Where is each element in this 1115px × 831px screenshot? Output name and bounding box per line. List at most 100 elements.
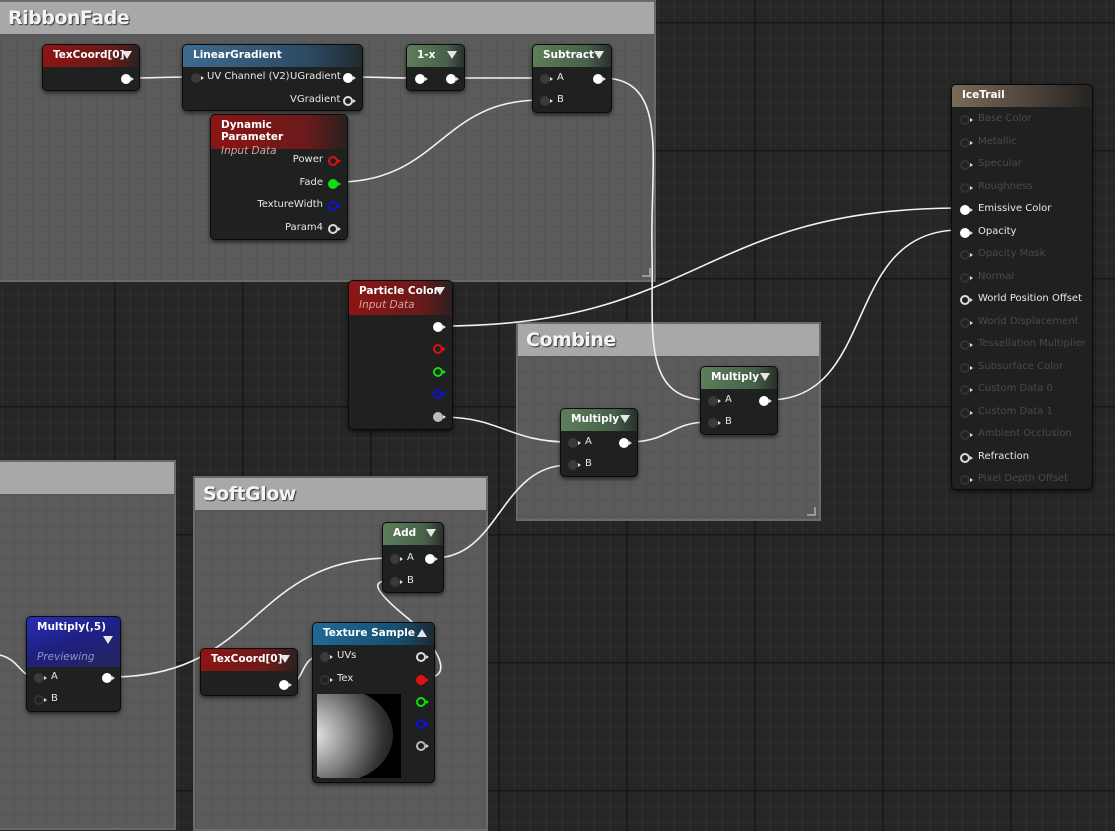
comment-title[interactable]: SoftGlow [195, 478, 486, 510]
collapse-arrow-icon[interactable] [447, 51, 457, 59]
comment-title[interactable] [0, 462, 174, 494]
input-label: Opacity Mask [978, 248, 1046, 259]
input-pin-a[interactable] [34, 673, 47, 683]
input-pin-subsurface-color[interactable] [960, 362, 973, 373]
collapse-arrow-icon[interactable] [620, 415, 630, 423]
output-pin-power[interactable] [328, 156, 341, 166]
input-label: Custom Data 0 [978, 383, 1053, 394]
node-dynamic-parameter[interactable]: Dynamic Parameter Input Data Power Fade T… [210, 114, 348, 240]
output-pin-param4[interactable] [328, 224, 341, 234]
output-pin-vgradient[interactable] [343, 96, 356, 106]
node-multiply[interactable]: Multiply A B [560, 408, 638, 477]
node-particle-color[interactable]: Particle Color Input Data [348, 280, 453, 430]
node-title: TexCoord[0] [53, 49, 125, 61]
input-pin-tex[interactable] [320, 675, 333, 685]
input-pin-custom-data-0[interactable] [960, 385, 973, 395]
preview-status: Previewing [37, 651, 95, 663]
output-pin-alpha[interactable] [433, 412, 446, 422]
collapse-arrow-icon[interactable] [417, 629, 427, 637]
collapse-arrow-icon[interactable] [280, 655, 290, 663]
collapse-arrow-icon[interactable] [594, 51, 604, 59]
input-label: Specular [978, 158, 1022, 169]
node-title: TexCoord[0] [211, 653, 283, 665]
output-pin-g[interactable] [416, 697, 429, 707]
input-pin-refraction[interactable] [960, 452, 973, 463]
input-pin-b[interactable] [708, 418, 721, 428]
node-multiply-5[interactable]: Multiply(,5) Previewing A B [26, 616, 121, 712]
output-pin[interactable] [121, 74, 134, 84]
input-pin[interactable] [415, 74, 428, 84]
node-texcoord[interactable]: TexCoord[0] [200, 648, 298, 696]
input-label: Refraction [978, 450, 1030, 462]
input-pin-uv-channel[interactable] [191, 73, 204, 83]
input-pin-a[interactable] [568, 438, 581, 448]
output-pin[interactable] [425, 554, 438, 564]
output-pin-b[interactable] [416, 719, 429, 729]
node-title: LinearGradient [193, 49, 282, 61]
collapse-arrow-icon[interactable] [435, 287, 445, 295]
collapse-arrow-icon[interactable] [122, 51, 132, 59]
input-label: B [407, 575, 414, 586]
output-pin[interactable] [759, 396, 772, 406]
output-pin-g[interactable] [433, 367, 446, 377]
input-pin-metallic[interactable] [960, 137, 973, 148]
comment-title[interactable]: RibbonFade [0, 2, 654, 34]
output-pin-r[interactable] [416, 675, 429, 685]
node-material-result[interactable]: IceTrail Base Color Metallic Specular Rough… [951, 84, 1093, 490]
node-title: Subtract [543, 49, 595, 61]
input-pin-tessellation-multiplier[interactable] [960, 340, 973, 350]
input-pin-emissive-color[interactable] [960, 205, 973, 215]
output-pin-fade[interactable] [328, 179, 341, 189]
output-pin[interactable] [593, 74, 606, 84]
input-pin-custom-data-1[interactable] [960, 407, 973, 418]
node-linear-gradient[interactable]: LinearGradient UV Channel (V2) UGradient… [182, 44, 363, 111]
input-pin-b[interactable] [540, 96, 553, 106]
output-pin-ugradient[interactable] [343, 73, 356, 83]
output-pin-texturewidth[interactable] [328, 201, 341, 211]
input-pin-normal[interactable] [960, 272, 973, 283]
node-title: IceTrail [962, 89, 1005, 101]
output-pin-r[interactable] [433, 344, 446, 354]
input-pin-b[interactable] [390, 577, 403, 587]
output-pin[interactable] [279, 680, 292, 690]
comment-title[interactable]: Combine [518, 324, 819, 356]
collapse-arrow-icon[interactable] [426, 529, 436, 537]
input-pin-roughness[interactable] [960, 182, 973, 193]
resize-handle[interactable] [642, 268, 651, 277]
input-pin-world-displacement[interactable] [960, 317, 973, 328]
output-pin[interactable] [446, 74, 459, 84]
collapse-arrow-icon[interactable] [760, 373, 770, 381]
input-pin-b[interactable] [568, 460, 581, 470]
input-pin-pixel-depth-offset[interactable] [960, 475, 973, 485]
output-pin-rgb[interactable] [433, 322, 446, 332]
input-pin-a[interactable] [540, 74, 553, 84]
input-label: A [585, 436, 592, 447]
input-pin-b[interactable] [34, 695, 47, 705]
output-pin[interactable] [102, 673, 115, 683]
input-label: Emissive Color [978, 203, 1052, 214]
output-pin-b[interactable] [433, 389, 446, 399]
collapse-arrow-icon[interactable] [103, 636, 113, 644]
node-add[interactable]: Add A B [382, 522, 444, 593]
input-pin-specular[interactable] [960, 160, 973, 170]
node-multiply[interactable]: Multiply A B [700, 366, 778, 435]
input-pin-uvs[interactable] [320, 652, 333, 662]
input-pin-opacity[interactable] [960, 227, 973, 238]
input-pin-a[interactable] [708, 396, 721, 406]
input-pin-a[interactable] [390, 554, 403, 564]
node-one-minus[interactable]: 1-x [406, 44, 465, 91]
output-pin-rgb[interactable] [416, 652, 429, 662]
input-pin-opacity-mask[interactable] [960, 250, 973, 260]
resize-handle[interactable] [807, 507, 816, 516]
input-pin-ambient-occlusion[interactable] [960, 430, 973, 440]
input-pin-base-color[interactable] [960, 115, 973, 125]
node-subtract[interactable]: Subtract A B [532, 44, 612, 113]
node-title: Multiply [571, 413, 620, 425]
input-label: Base Color [978, 113, 1032, 124]
output-pin-a[interactable] [416, 741, 429, 751]
input-pin-world-position-offset[interactable] [960, 295, 973, 305]
node-texture-sample[interactable]: Texture Sample UVs Tex [312, 622, 435, 783]
output-pin[interactable] [619, 438, 632, 448]
input-label: B [557, 94, 564, 105]
node-texcoord[interactable]: TexCoord[0] [42, 44, 140, 91]
